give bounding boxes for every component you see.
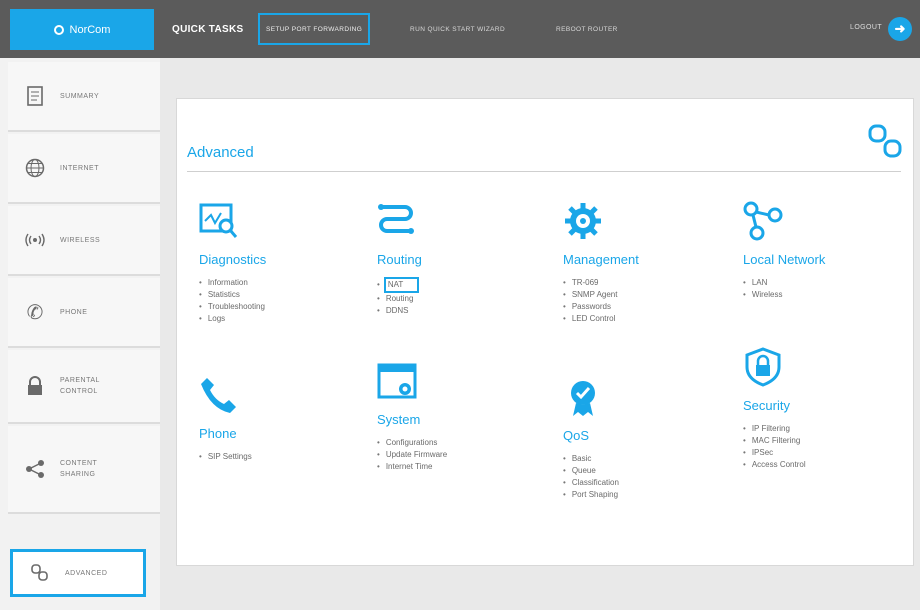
category-title[interactable]: Security [743, 398, 806, 413]
link-passwords[interactable]: Passwords [563, 301, 639, 313]
category-title[interactable]: Diagnostics [199, 252, 266, 267]
logout-icon[interactable]: ➜ [888, 17, 912, 41]
security-icon[interactable] [743, 347, 783, 387]
sidebar-item-label: PARENTAL CONTROL [60, 377, 100, 395]
brand-icon [53, 24, 64, 35]
link-update-firmware[interactable]: Update Firmware [377, 449, 447, 461]
link-logs[interactable]: Logs [199, 313, 266, 325]
link-information[interactable]: Information [199, 277, 266, 289]
link-led-control[interactable]: LED Control [563, 313, 639, 325]
sidebar: SUMMARY INTERNET WIRELESS ✆ PHONE PARENT… [0, 58, 160, 610]
routing-icon[interactable] [377, 201, 417, 241]
sidebar-item-label: CONTENT SHARING [60, 460, 98, 478]
advanced-icon [29, 562, 51, 584]
sidebar-item-internet[interactable]: INTERNET [8, 134, 160, 204]
document-icon [24, 85, 46, 107]
category-diagnostics: Diagnostics Information Statistics Troub… [199, 201, 266, 325]
brand-name: NorCom [69, 23, 111, 36]
system-icon[interactable] [377, 361, 417, 401]
link-lan[interactable]: LAN [743, 277, 825, 289]
category-phone: Phone SIP Settings [199, 375, 252, 463]
share-icon [24, 458, 46, 480]
title-divider [187, 171, 901, 172]
brand-logo[interactable]: NorCom [10, 9, 154, 50]
diagnostics-icon[interactable] [199, 201, 239, 241]
link-statistics[interactable]: Statistics [199, 289, 266, 301]
reboot-router-link[interactable]: REBOOT ROUTER [556, 13, 618, 45]
link-ddns[interactable]: DDNS [377, 305, 422, 317]
lock-icon [24, 375, 46, 397]
link-mac-filtering[interactable]: MAC Filtering [743, 435, 806, 447]
link-troubleshooting[interactable]: Troubleshooting [199, 301, 266, 313]
link-nat[interactable]: NAT [377, 277, 422, 293]
sidebar-item-label: WIRELESS [60, 236, 101, 244]
quick-tasks-label: QUICK TASKS [172, 24, 244, 35]
advanced-panel: Advanced Diagnostics Information Statist… [176, 98, 914, 566]
sidebar-item-parental-control[interactable]: PARENTAL CONTROL [8, 350, 160, 424]
sidebar-item-phone[interactable]: ✆ PHONE [8, 278, 160, 348]
link-wireless[interactable]: Wireless [743, 289, 825, 301]
management-icon[interactable] [563, 201, 603, 241]
link-port-shaping[interactable]: Port Shaping [563, 489, 619, 501]
link-internet-time[interactable]: Internet Time [377, 461, 447, 473]
nat-highlight[interactable]: NAT [383, 277, 420, 293]
sidebar-item-summary[interactable]: SUMMARY [8, 62, 160, 132]
setup-port-forwarding-link[interactable]: SETUP PORT FORWARDING [258, 13, 371, 45]
link-ip-filtering[interactable]: IP Filtering [743, 423, 806, 435]
top-bar: NorCom QUICK TASKS SETUP PORT FORWARDING… [0, 0, 920, 58]
link-snmp-agent[interactable]: SNMP Agent [563, 289, 639, 301]
link-queue[interactable]: Queue [563, 465, 619, 477]
category-local-network: Local Network LAN Wireless [743, 201, 825, 301]
category-system: System Configurations Update Firmware In… [377, 361, 447, 473]
category-title[interactable]: Routing [377, 252, 422, 267]
category-title[interactable]: Phone [199, 426, 252, 441]
quick-start-wizard-link[interactable]: RUN QUICK START WIZARD [410, 13, 505, 45]
sidebar-item-label: INTERNET [60, 164, 99, 172]
sidebar-item-label: SUMMARY [60, 92, 100, 100]
link-sip-settings[interactable]: SIP Settings [199, 451, 252, 463]
sidebar-item-label: ADVANCED [65, 569, 108, 577]
category-title[interactable]: Local Network [743, 252, 825, 267]
phone-icon[interactable] [199, 375, 239, 415]
network-icon[interactable] [743, 201, 783, 241]
sidebar-item-label: PHONE [60, 308, 88, 316]
globe-icon [24, 157, 46, 179]
link-tr069[interactable]: TR-069 [563, 277, 639, 289]
category-security: Security IP Filtering MAC Filtering IPSe… [743, 347, 806, 471]
link-configurations[interactable]: Configurations [377, 437, 447, 449]
sidebar-item-wireless[interactable]: WIRELESS [8, 206, 160, 276]
category-qos: QoS Basic Queue Classification Port Shap… [563, 377, 619, 501]
link-ipsec[interactable]: IPSec [743, 447, 806, 459]
page-title: Advanced [187, 144, 254, 161]
link-classification[interactable]: Classification [563, 477, 619, 489]
qos-icon[interactable] [563, 377, 603, 417]
sidebar-item-content-sharing[interactable]: CONTENT SHARING [8, 426, 160, 514]
advanced-header-icon [868, 124, 902, 158]
wireless-icon [24, 229, 46, 251]
category-routing: Routing NAT Routing DDNS [377, 201, 422, 317]
link-access-control[interactable]: Access Control [743, 459, 806, 471]
category-title[interactable]: System [377, 412, 447, 427]
sidebar-item-advanced[interactable]: ADVANCED [10, 549, 146, 597]
link-routing[interactable]: Routing [377, 293, 422, 305]
logout-link[interactable]: LOGOUT [850, 24, 882, 31]
phone-icon: ✆ [26, 301, 44, 324]
category-title[interactable]: Management [563, 252, 639, 267]
category-title[interactable]: QoS [563, 428, 619, 443]
category-management: Management TR-069 SNMP Agent Passwords L… [563, 201, 639, 325]
link-basic[interactable]: Basic [563, 453, 619, 465]
